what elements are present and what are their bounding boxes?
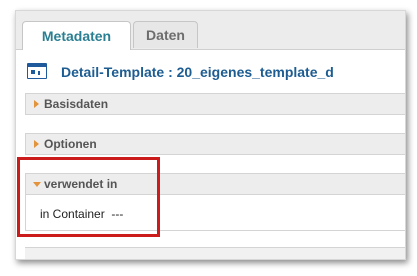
section-basisdaten[interactable]: Basisdaten: [25, 93, 405, 115]
detail-form-icon: [27, 63, 47, 79]
section-label: Basisdaten: [44, 97, 109, 111]
tab-bar: Metadaten Daten: [16, 11, 405, 50]
section-optionen[interactable]: Optionen: [25, 133, 405, 155]
page-title: Detail-Template : 20_eigenes_template_d: [61, 64, 334, 80]
expand-arrow-icon: [34, 140, 39, 148]
page-header: Detail-Template : 20_eigenes_template_d: [16, 59, 405, 89]
usage-value: ---: [111, 207, 124, 221]
section-label: Optionen: [44, 137, 97, 151]
section-verwendet-in-body: in Container ---: [25, 195, 405, 231]
tab-metadaten[interactable]: Metadaten: [22, 21, 131, 50]
next-section-edge: [25, 247, 405, 259]
usage-label: in Container: [40, 207, 105, 221]
expand-arrow-icon: [34, 100, 39, 108]
editor-panel: Metadaten Daten Detail-Template : 20_eig…: [15, 10, 406, 260]
collapse-arrow-icon: [33, 181, 41, 187]
section-verwendet-in[interactable]: verwendet in: [25, 173, 405, 195]
section-label: verwendet in: [44, 177, 118, 191]
usage-row: in Container ---: [40, 207, 123, 221]
tab-daten[interactable]: Daten: [133, 21, 198, 48]
